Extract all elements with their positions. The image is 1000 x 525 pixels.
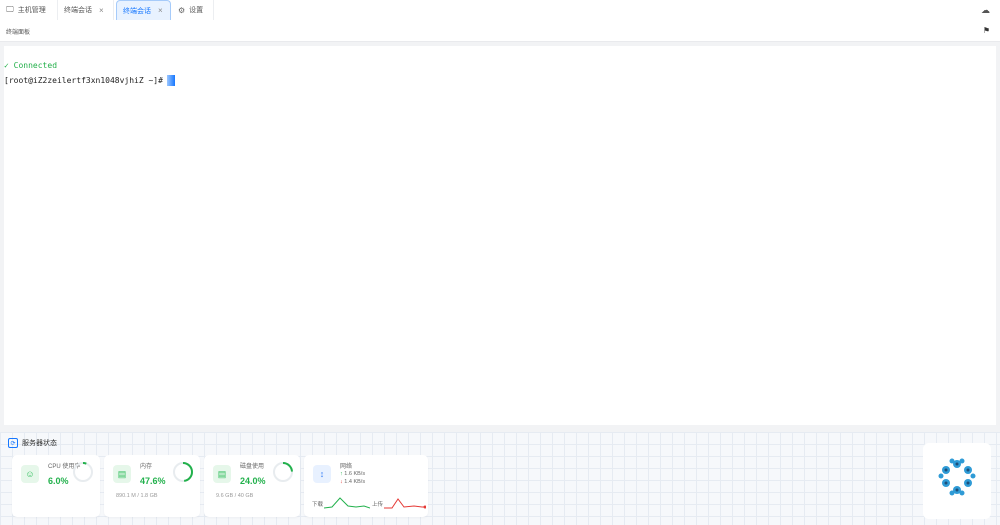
disk-card: ▤ 磁盘使用 24.0% 9.6 GB / 40 GB [204,455,300,517]
status-header: ⟳ 服务器状态 [8,438,57,448]
network-down-row: ↓ 1.4 KB/s [340,479,365,485]
memory-card: ▤ 内存 47.6% 890.1 M / 1.8 GB [104,455,200,517]
download-label: 下载 [312,502,324,508]
app-logo-icon [938,458,976,496]
network-down-rate: 1.4 KB/s [344,479,366,485]
tab-settings[interactable]: ⚙ 设置 [172,0,214,20]
network-up-row: ↑ 1.6 KB/s [340,471,365,477]
tab-label: 终端会话 [64,7,92,14]
status-title: 服务器状态 [22,440,57,447]
tab-terminal-1[interactable]: 终端会话 × [58,0,114,20]
logo-panel [923,443,991,519]
disk-detail: 9.6 GB / 40 GB [216,493,254,499]
disk-value: 24.0% [240,476,266,486]
tab-host-management[interactable]: 🖵 主机管理 [0,0,58,20]
memory-label: 内存 [140,464,153,470]
cpu-value: 6.0% [48,476,69,486]
memory-ring [173,462,193,482]
tab-label: 终端会话 [123,7,151,15]
server-status-panel: ⟳ 服务器状态 ☺ CPU 使用率 6.0% ▤ 内存 47.6% 890.1 … [0,432,1000,525]
gear-icon: ⚙ [178,5,186,15]
tab-terminal-2[interactable]: 终端会话 × [116,0,171,20]
monitor-icon: 🖵 [6,5,14,14]
network-card: ↕ 网络 ↑ 1.6 KB/s ↓ 1.4 KB/s 下载 上传 [304,455,428,517]
arrow-down-icon: ↓ [340,479,343,485]
server-icon: ⟳ [8,438,18,448]
connected-line: ✓ Connected [4,61,57,70]
cpu-icon: ☺ [21,465,39,483]
network-up-rate: 1.6 KB/s [344,471,366,477]
prompt-line: [root@iZ2zeilertf3xn1048vjhiZ ~]# [4,75,175,86]
close-icon[interactable]: × [158,6,163,15]
tab-bar: 🖵 主机管理 终端会话 × 终端会话 × ⚙ 设置 ☁ [0,0,1000,22]
cpu-ring [73,462,93,482]
tab-label: 主机管理 [17,7,46,14]
toolbar-title: 终端面板 [6,30,31,36]
cloud-icon[interactable]: ☁ [981,5,990,16]
tab-label: 设置 [189,7,204,14]
arrow-up-icon: ↑ [340,471,343,477]
memory-value: 47.6% [140,476,166,486]
flag-icon[interactable]: ⚑ [983,26,990,35]
download-sparkline [324,497,370,509]
close-icon[interactable]: × [99,6,104,15]
upload-sparkline [384,498,426,509]
shell-prompt: [root@iZ2zeilertf3xn1048vjhiZ ~]# [4,76,163,85]
disk-icon: ▤ [213,465,231,483]
check-icon: ✓ [4,61,9,70]
network-icon: ↕ [313,465,331,483]
connected-text: Connected [13,61,58,70]
terminal-toolbar: 终端面板 ⚑ [0,21,1000,42]
memory-icon: ▤ [113,465,131,483]
cpu-card: ☺ CPU 使用率 6.0% [12,455,100,517]
disk-label: 磁盘使用 [240,464,265,470]
disk-ring [273,462,293,482]
network-label: 网络 [340,464,353,470]
terminal-cursor [166,75,175,86]
upload-label: 上传 [372,502,384,508]
terminal-window[interactable]: ✓ Connected [root@iZ2zeilertf3xn1048vjhi… [4,46,996,425]
memory-detail: 890.1 M / 1.8 GB [116,493,158,499]
